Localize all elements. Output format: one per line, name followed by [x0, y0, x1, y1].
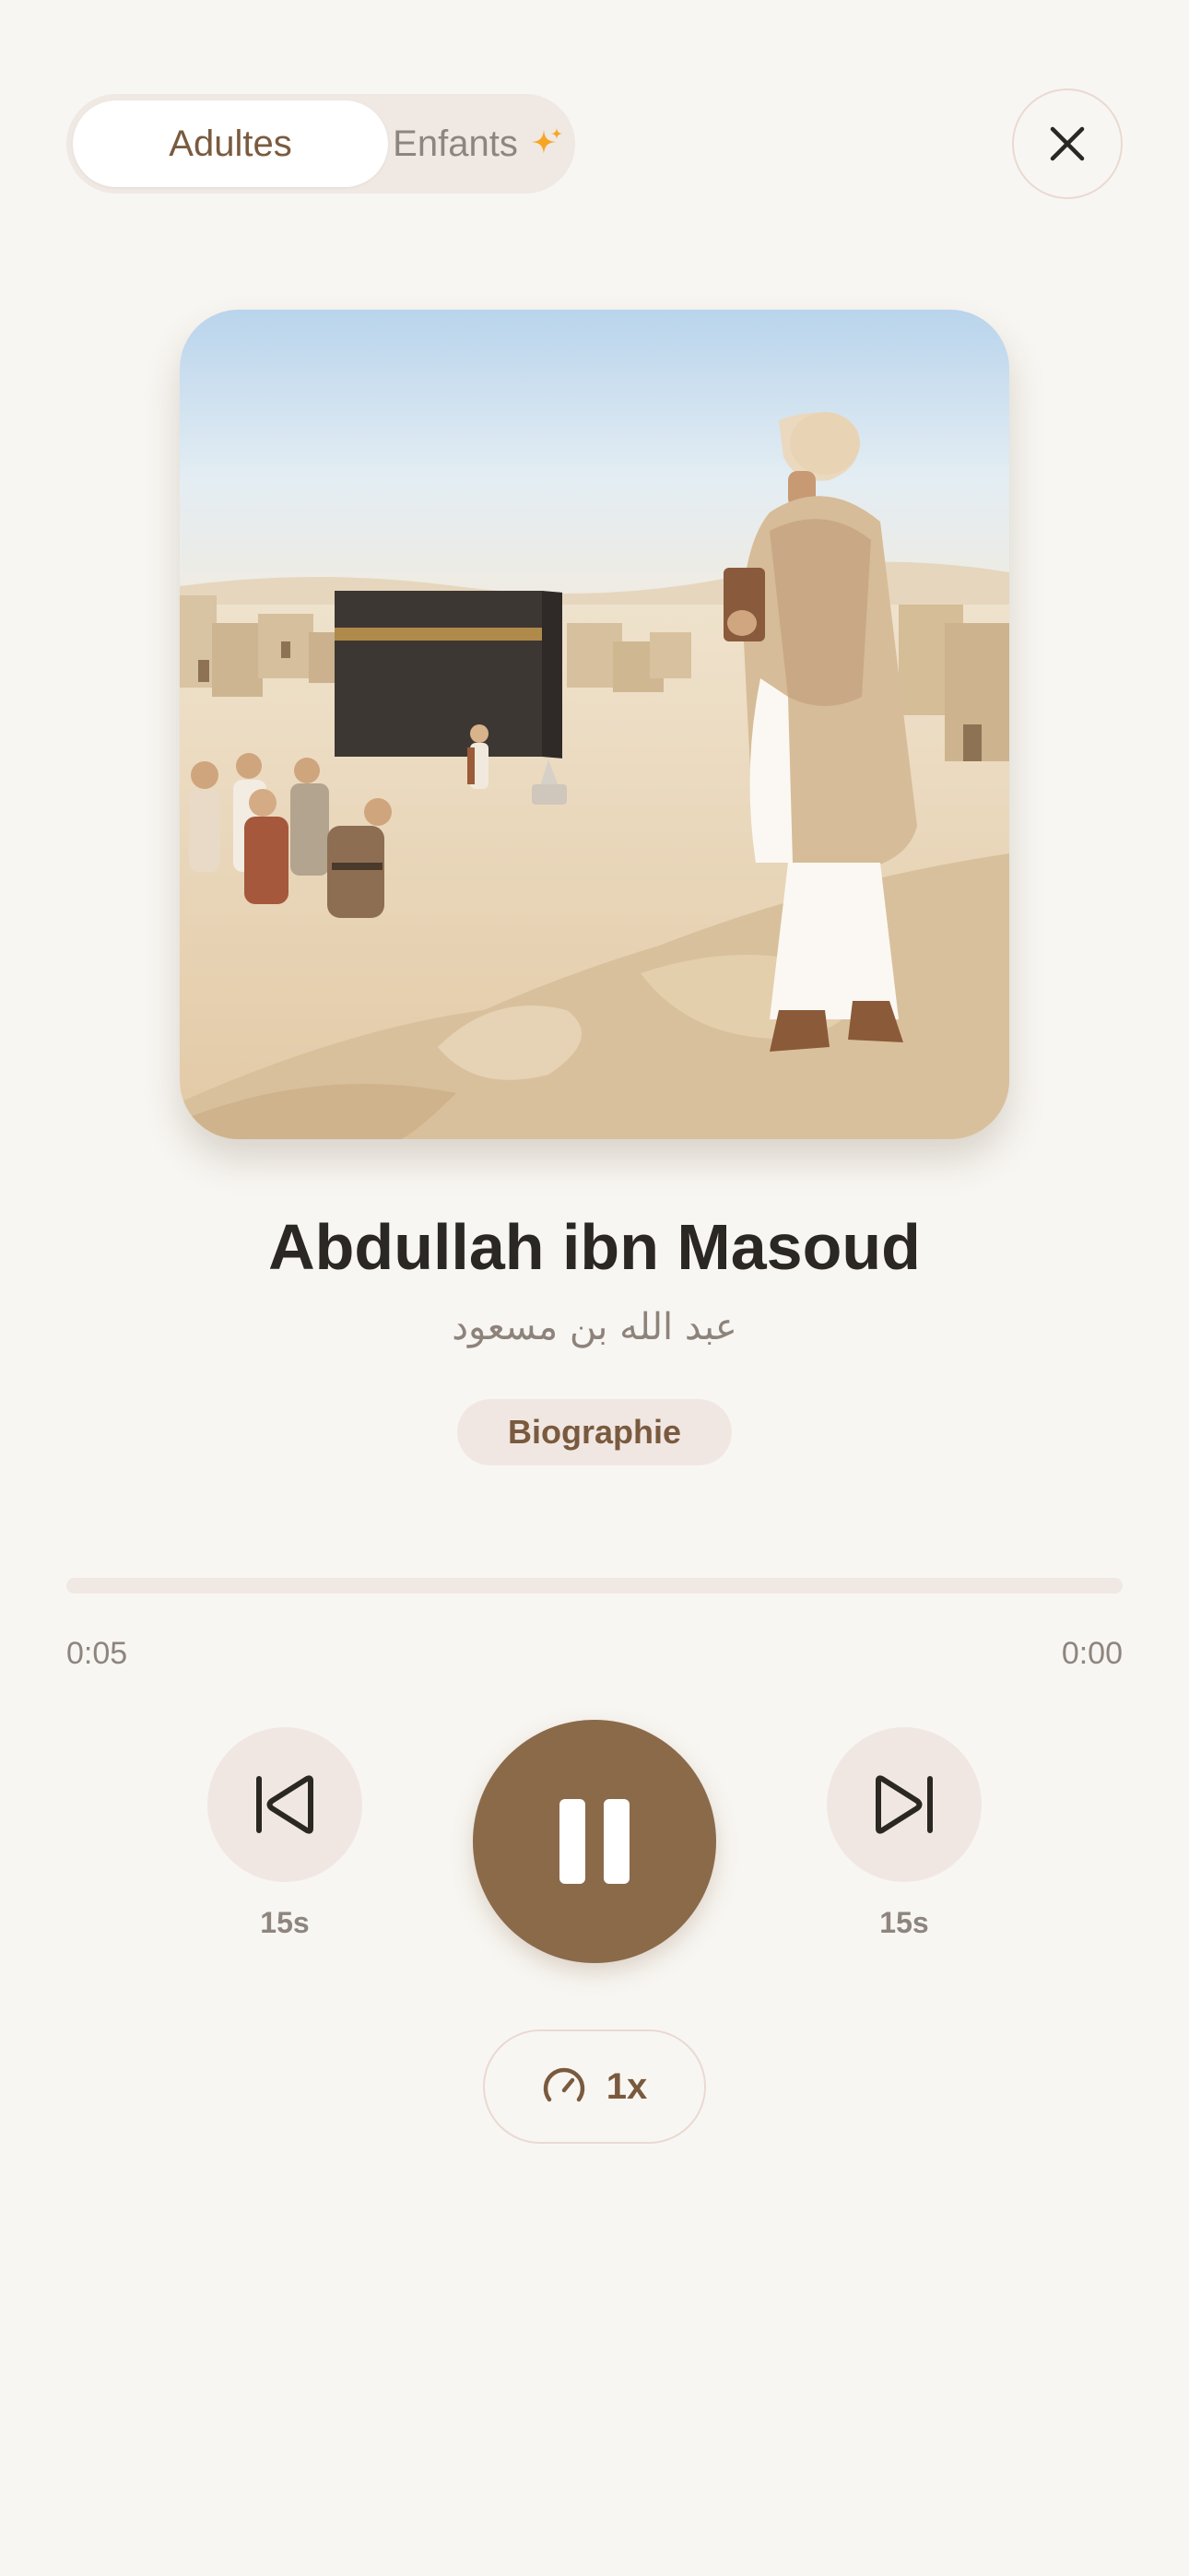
- track-title: Abdullah ibn Masoud: [268, 1211, 921, 1283]
- toggle-children-label: Enfants: [393, 123, 518, 164]
- skip-forward-label: 15s: [879, 1906, 929, 1939]
- progress-bar[interactable]: [66, 1578, 1123, 1594]
- speedometer-icon: [543, 2067, 584, 2102]
- sparkle-icon: [529, 126, 564, 161]
- playback-speed-label: 1x: [606, 2065, 648, 2107]
- category-badge: Biographie: [457, 1399, 732, 1465]
- close-icon: [1050, 126, 1085, 161]
- pause-button[interactable]: [473, 1720, 716, 1963]
- skip-back-label: 15s: [260, 1906, 310, 1939]
- time-elapsed: 0:05: [66, 1636, 128, 1671]
- skip-back-icon: [256, 1775, 313, 1834]
- audience-toggle: Adultes Enfants: [66, 94, 575, 194]
- track-artwork: [180, 310, 1009, 1139]
- category-label: Biographie: [507, 1413, 681, 1451]
- toggle-children[interactable]: Enfants: [388, 100, 569, 187]
- close-button[interactable]: [1012, 88, 1123, 199]
- time-total: 0:00: [1061, 1636, 1123, 1671]
- track-subtitle-arabic: عبد الله بن مسعود: [452, 1306, 737, 1348]
- pause-icon: [559, 1799, 630, 1884]
- skip-forward-icon: [876, 1775, 933, 1834]
- kaaba-illustration: [180, 310, 1009, 1139]
- skip-back-button[interactable]: [207, 1727, 362, 1882]
- toggle-adults[interactable]: Adultes: [73, 100, 388, 187]
- toggle-adults-label: Adultes: [169, 123, 292, 164]
- skip-forward-button[interactable]: [827, 1727, 982, 1882]
- playback-speed-button[interactable]: 1x: [483, 2029, 706, 2144]
